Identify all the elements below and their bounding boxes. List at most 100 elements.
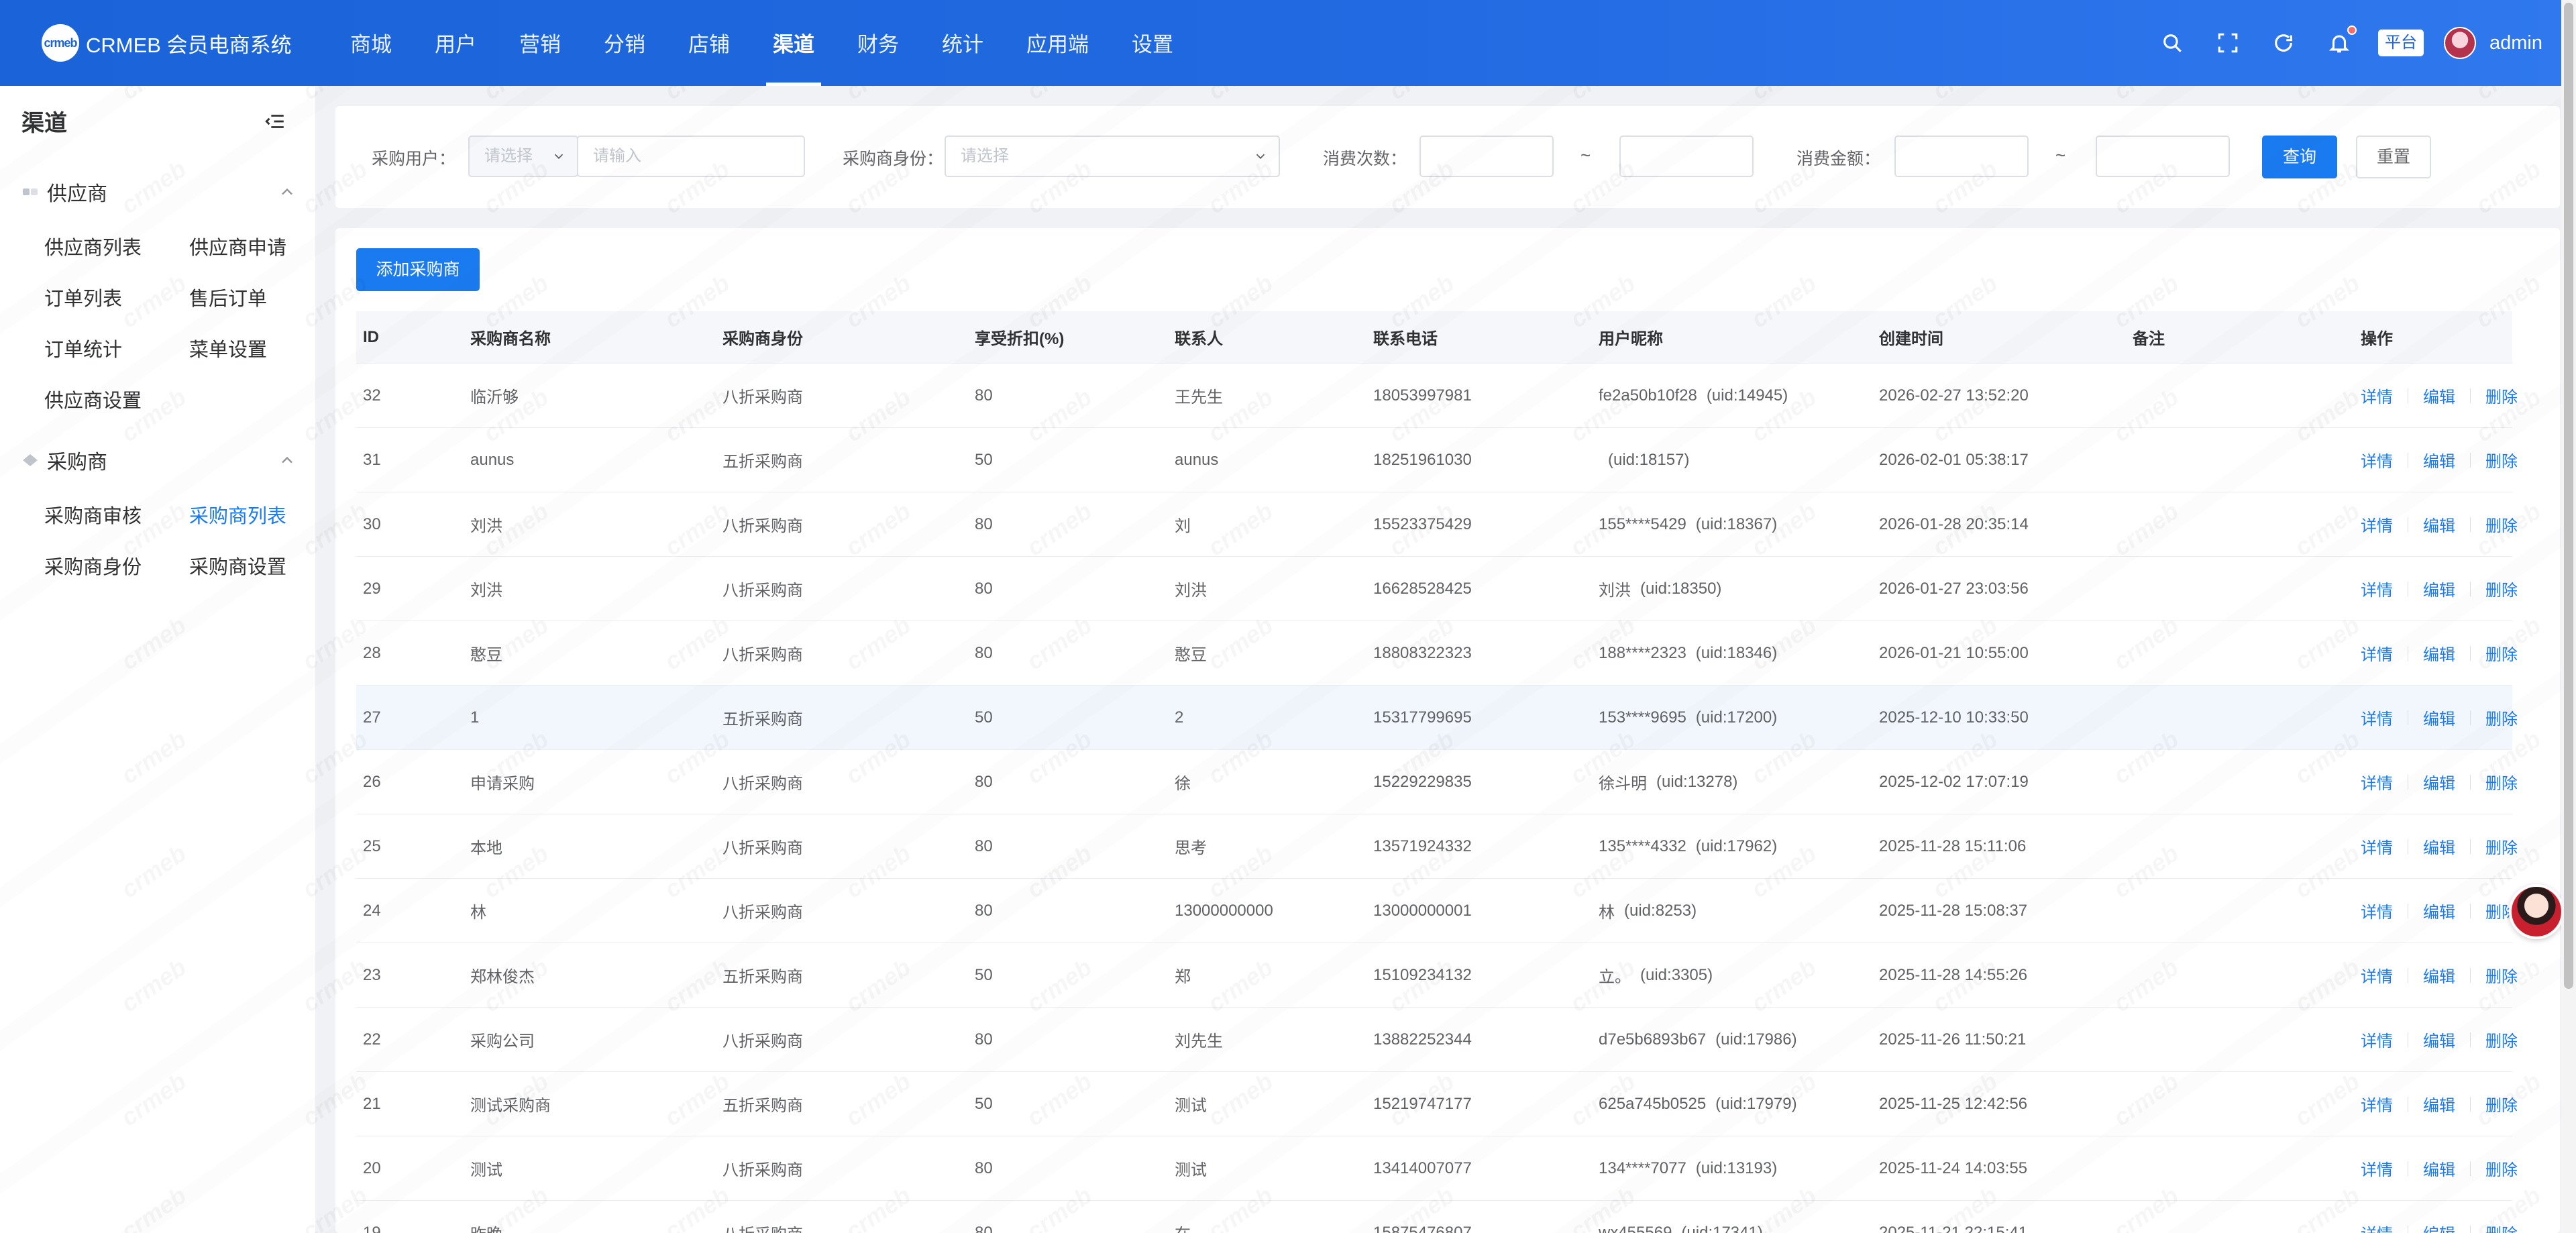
detail-link[interactable]: 详情 [2361,384,2393,407]
fullscreen-icon[interactable] [2214,30,2241,56]
sidebar-item-supplier-application[interactable]: 供应商申请 [189,232,286,260]
purchase-count-max-input[interactable] [1619,136,1754,177]
table-row[interactable]: 24 林 八折采购商 80 13000000000 13000000001 林 (uid:82… [356,879,2518,943]
nav-item-marketing[interactable]: 营销 [498,0,582,86]
table-row[interactable]: 26 申请采购 八折采购商 80 徐 15229229835 徐斗明 (uid:13278) 2… [356,750,2518,814]
delete-link[interactable]: 删除 [2485,1157,2518,1180]
detail-link[interactable]: 详情 [2361,1157,2393,1180]
purchase-user-type-select[interactable]: 请选择 [468,136,578,177]
scrollbar-thumb[interactable] [2564,3,2573,989]
purchase-amount-max-input[interactable] [2096,136,2230,177]
sidebar-item-purchaser-list[interactable]: 采购商列表 [189,500,286,529]
sidebar-item-supplier-list[interactable]: 供应商列表 [44,232,142,260]
delete-link[interactable]: 删除 [2485,641,2518,665]
table-row[interactable]: 27 1 五折采购商 50 2 15317799695 153****9695 (uid:17… [356,686,2518,750]
collapse-menu-icon[interactable] [263,110,287,133]
delete-link[interactable]: 删除 [2485,835,2518,858]
detail-link[interactable]: 详情 [2361,1221,2393,1233]
nav-item-statistics[interactable]: 统计 [920,0,1005,86]
admin-username[interactable]: admin [2489,32,2542,54]
sidebar-item-order-list[interactable]: 订单列表 [44,283,122,311]
query-button[interactable]: 查询 [2262,136,2337,178]
edit-link[interactable]: 编辑 [2423,706,2455,729]
sidebar-item-menu-settings[interactable]: 菜单设置 [189,334,267,362]
edit-link[interactable]: 编辑 [2423,448,2455,472]
platform-badge[interactable]: 平台 [2378,30,2424,56]
refresh-icon[interactable] [2270,30,2297,56]
reset-button[interactable]: 重置 [2356,136,2431,178]
sidebar-group-supplier[interactable]: 供应商 [21,177,297,207]
detail-link[interactable]: 详情 [2361,963,2393,987]
nav-item-mall[interactable]: 商城 [329,0,413,86]
edit-link[interactable]: 编辑 [2423,963,2455,987]
bell-icon[interactable] [2326,25,2357,56]
sidebar-item-after-sale-orders[interactable]: 售后订单 [189,283,267,311]
edit-link[interactable]: 编辑 [2423,1092,2455,1116]
edit-link[interactable]: 编辑 [2423,577,2455,600]
edit-link[interactable]: 编辑 [2423,835,2455,858]
delete-link[interactable]: 删除 [2485,448,2518,472]
purchase-amount-min-input[interactable] [1894,136,2029,177]
purchase-user-input[interactable]: 请输入 [577,136,805,177]
avatar[interactable] [2444,27,2476,59]
table-row[interactable]: 30 刘洪 八折采购商 80 刘 15523375429 155****5429 (uid:1… [356,492,2518,557]
nav-item-apps[interactable]: 应用端 [1005,0,1110,86]
detail-link[interactable]: 详情 [2361,448,2393,472]
search-icon[interactable] [2159,30,2186,56]
nav-item-finance[interactable]: 财务 [836,0,920,86]
detail-link[interactable]: 详情 [2361,513,2393,536]
purchaser-identity-select[interactable]: 请选择 [945,136,1280,177]
customer-service-avatar[interactable] [2509,884,2564,939]
detail-link[interactable]: 详情 [2361,835,2393,858]
table-row[interactable]: 31 aunus 五折采购商 50 aunus 18251961030 (uid:18157… [356,428,2518,492]
delete-link[interactable]: 删除 [2485,513,2518,536]
delete-link[interactable]: 删除 [2485,706,2518,729]
nav-item-users[interactable]: 用户 [413,0,498,86]
sidebar-group-purchaser[interactable]: 采购商 [21,445,297,475]
add-purchaser-button[interactable]: 添加采购商 [356,248,480,291]
sidebar-item-order-statistics[interactable]: 订单统计 [44,334,122,362]
delete-link[interactable]: 删除 [2485,770,2518,794]
delete-link[interactable]: 删除 [2485,1028,2518,1051]
table-row[interactable]: 29 刘洪 八折采购商 80 刘洪 16628528425 刘洪 (uid:18350) 202… [356,557,2518,621]
table-row[interactable]: 32 临沂够 八折采购商 80 王先生 18053997981 fe2a50b10f28 (u… [356,364,2518,428]
table-row[interactable]: 22 采购公司 八折采购商 80 刘先生 13882252344 d7e5b6893b67 (… [356,1008,2518,1072]
table-row[interactable]: 28 憨豆 八折采购商 80 憨豆 18808322323 188****2323 (uid:… [356,621,2518,686]
edit-link[interactable]: 编辑 [2423,1157,2455,1180]
detail-link[interactable]: 详情 [2361,706,2393,729]
purchase-count-min-input[interactable] [1419,136,1554,177]
edit-link[interactable]: 编辑 [2423,384,2455,407]
table-row[interactable]: 25 本地 八折采购商 80 思考 13571924332 135****4332 (uid:… [356,814,2518,879]
edit-link[interactable]: 编辑 [2423,513,2455,536]
nav-item-channel[interactable]: 渠道 [751,0,836,86]
detail-link[interactable]: 详情 [2361,770,2393,794]
delete-link[interactable]: 删除 [2485,1092,2518,1116]
nav-item-store[interactable]: 店铺 [667,0,751,86]
sidebar-item-purchaser-review[interactable]: 采购商审核 [44,500,142,529]
table-row[interactable]: 23 郑林俊杰 五折采购商 50 郑 15109234132 立。 (uid:3305) 202… [356,943,2518,1008]
detail-link[interactable]: 详情 [2361,577,2393,600]
sidebar-item-purchaser-identity[interactable]: 采购商身份 [44,551,142,580]
sidebar-item-purchaser-settings[interactable]: 采购商设置 [189,551,286,580]
app-logo[interactable]: crmeb CRMEB 会员电商系统 [42,24,292,62]
table-row[interactable]: 20 测试 八折采购商 80 测试 13414007077 134****7077 (uid:… [356,1136,2518,1201]
delete-link[interactable]: 删除 [2485,1221,2518,1233]
page-scrollbar[interactable] [2561,0,2576,1233]
edit-link[interactable]: 编辑 [2423,1221,2455,1233]
edit-link[interactable]: 编辑 [2423,641,2455,665]
detail-link[interactable]: 详情 [2361,1028,2393,1051]
nav-item-distribution[interactable]: 分销 [582,0,667,86]
delete-link[interactable]: 删除 [2485,384,2518,407]
detail-link[interactable]: 详情 [2361,1092,2393,1116]
sidebar-item-supplier-settings[interactable]: 供应商设置 [44,385,142,413]
table-row[interactable]: 19 昨晚 八折采购商 80 在 15875476807 wx455569 (uid:1734… [356,1201,2518,1233]
edit-link[interactable]: 编辑 [2423,1028,2455,1051]
table-row[interactable]: 21 测试采购商 五折采购商 50 测试 15219747177 625a745b0525 (… [356,1072,2518,1136]
detail-link[interactable]: 详情 [2361,899,2393,922]
nav-item-settings[interactable]: 设置 [1110,0,1195,86]
delete-link[interactable]: 删除 [2485,963,2518,987]
edit-link[interactable]: 编辑 [2423,770,2455,794]
delete-link[interactable]: 删除 [2485,577,2518,600]
edit-link[interactable]: 编辑 [2423,899,2455,922]
detail-link[interactable]: 详情 [2361,641,2393,665]
